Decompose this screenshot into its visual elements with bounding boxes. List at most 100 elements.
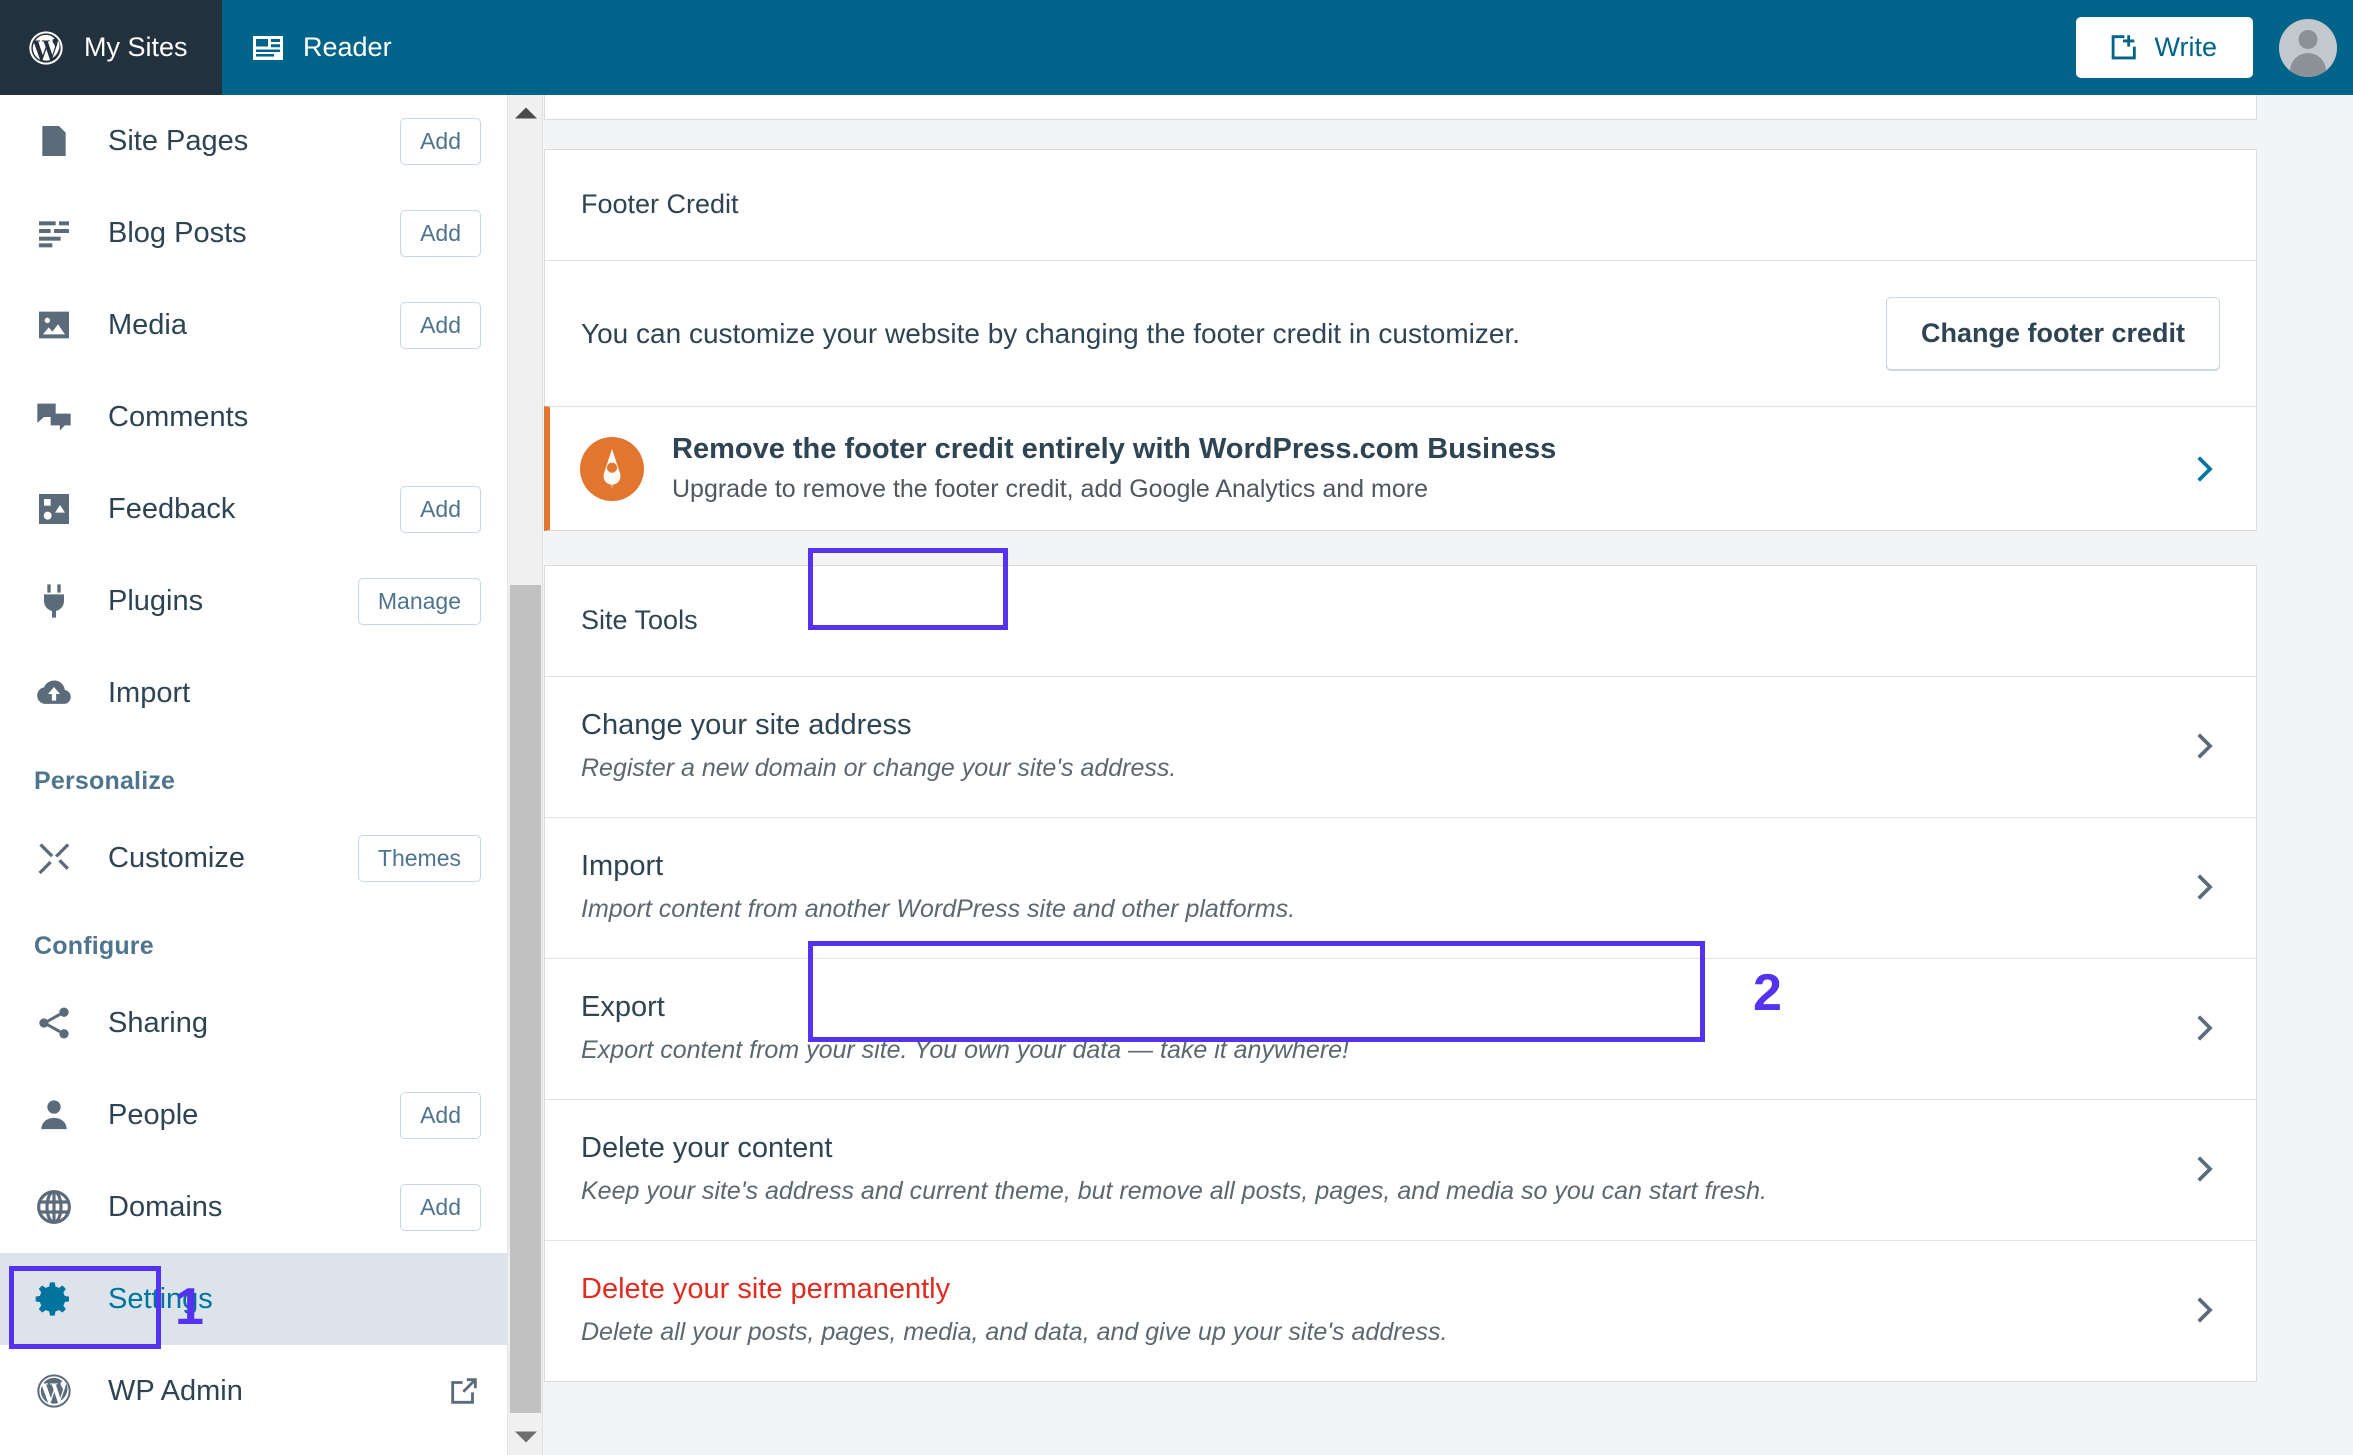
sidebar-item-plugins[interactable]: Plugins Manage xyxy=(0,555,507,647)
footer-credit-card: Footer Credit You can customize your web… xyxy=(544,149,2257,407)
sidebar-item-domains[interactable]: Domains Add xyxy=(0,1161,507,1253)
sidebar-item-label: Media xyxy=(108,308,187,341)
person-icon xyxy=(34,1095,80,1135)
sidebar-item-people[interactable]: People Add xyxy=(0,1069,507,1161)
chevron-right-icon[interactable] xyxy=(2186,729,2220,763)
wordpress-logo-icon xyxy=(29,30,63,65)
avatar[interactable] xyxy=(2279,18,2337,77)
add-feedback-button[interactable]: Add xyxy=(400,485,481,533)
sidebar-item-blog-posts[interactable]: Blog Posts Add xyxy=(0,187,507,279)
sidebar-item-label: Feedback xyxy=(108,492,236,525)
media-icon xyxy=(34,305,80,345)
themes-button[interactable]: Themes xyxy=(357,834,481,882)
row-text: Delete your site permanently Delete all … xyxy=(581,1273,1447,1347)
sidebar-item-label: Customize xyxy=(108,841,245,874)
my-sites-button[interactable]: My Sites xyxy=(0,0,222,95)
reader-button[interactable]: Reader xyxy=(222,0,426,95)
chevron-right-icon[interactable] xyxy=(2186,1152,2220,1186)
sidebar-item-wp-admin[interactable]: WP Admin xyxy=(0,1345,507,1437)
sidebar-item-sharing[interactable]: Sharing xyxy=(0,977,507,1069)
manage-plugins-button[interactable]: Manage xyxy=(357,577,481,625)
site-tool-row-import[interactable]: Import Import content from another WordP… xyxy=(545,818,2256,959)
site-tool-row-change-site-address[interactable]: Change your site address Register a new … xyxy=(545,677,2256,818)
write-label: Write xyxy=(2154,32,2217,62)
wordpress-icon xyxy=(34,1371,80,1411)
scrollbar-thumb[interactable] xyxy=(510,585,541,1413)
sidebar-item-label: WP Admin xyxy=(108,1374,243,1407)
site-tool-row-delete-content[interactable]: Delete your content Keep your site's add… xyxy=(545,1100,2256,1241)
footer-credit-description: You can customize your website by changi… xyxy=(581,317,1521,349)
sidebar-item-label: Sharing xyxy=(108,1006,208,1039)
scroll-down-arrow[interactable] xyxy=(508,1419,543,1455)
sidebar-item-feedback[interactable]: Feedback Add xyxy=(0,463,507,555)
write-button[interactable]: Write xyxy=(2076,17,2253,78)
chevron-right-icon[interactable] xyxy=(2186,1293,2220,1327)
upgrade-banner-text: Remove the footer credit entirely with W… xyxy=(672,433,2156,504)
row-text: Change your site address Register a new … xyxy=(581,709,1176,783)
sidebar-item-site-pages[interactable]: Site Pages Add xyxy=(0,95,507,187)
reader-icon xyxy=(253,35,283,60)
row-description: Keep your site's address and current the… xyxy=(581,1177,1767,1205)
add-media-button[interactable]: Add xyxy=(400,301,481,349)
sidebar-item-label: Blog Posts xyxy=(108,216,247,249)
upgrade-banner[interactable]: Remove the footer credit entirely with W… xyxy=(544,406,2257,531)
sidebar-group-personalize: Personalize xyxy=(34,767,176,795)
comments-icon xyxy=(34,397,80,437)
site-tools-heading: Site Tools xyxy=(545,566,2256,677)
sidebar-item-customize[interactable]: Customize Themes xyxy=(0,812,507,904)
row-description: Export content from your site. You own y… xyxy=(581,1036,1349,1064)
previous-card-peek xyxy=(544,95,2257,120)
scroll-up-arrow[interactable] xyxy=(508,95,543,131)
annotation-marker-1: 1 xyxy=(175,1278,204,1336)
site-tool-row-export[interactable]: Export Export content from your site. Yo… xyxy=(545,959,2256,1100)
add-domain-button[interactable]: Add xyxy=(400,1183,481,1231)
upgrade-banner-subtitle: Upgrade to remove the footer credit, add… xyxy=(672,475,1428,503)
sidebar-item-comments[interactable]: Comments xyxy=(0,371,507,463)
sidebar-scrollbar[interactable] xyxy=(508,95,543,1455)
sidebar-item-media[interactable]: Media Add xyxy=(0,279,507,371)
main-content: Footer Credit You can customize your web… xyxy=(544,95,2353,1455)
sidebar-item-import[interactable]: Import xyxy=(0,647,507,739)
sidebar-item-settings[interactable]: Settings xyxy=(0,1253,507,1345)
row-title: Delete your site permanently xyxy=(581,1273,951,1305)
add-blog-post-button[interactable]: Add xyxy=(400,209,481,257)
external-link-icon[interactable] xyxy=(447,1374,481,1408)
posts-icon xyxy=(34,213,80,253)
globe-icon xyxy=(34,1187,80,1227)
sidebar-item-label: Import xyxy=(108,676,191,709)
footer-credit-heading: Footer Credit xyxy=(545,150,2256,261)
row-description: Import content from another WordPress si… xyxy=(581,895,1296,923)
row-text: Delete your content Keep your site's add… xyxy=(581,1132,1767,1206)
cloud-upload-icon xyxy=(34,673,80,713)
sidebar-item-label: Settings xyxy=(108,1282,213,1315)
sidebar-item-label: Comments xyxy=(108,400,249,433)
row-description: Delete all your posts, pages, media, and… xyxy=(581,1318,1448,1346)
chevron-right-icon[interactable] xyxy=(2186,452,2220,486)
site-tools-card: Site Tools Change your site address Regi… xyxy=(544,565,2257,1382)
add-site-page-button[interactable]: Add xyxy=(400,117,481,165)
my-sites-label: My Sites xyxy=(84,32,188,62)
row-text: Export Export content from your site. Yo… xyxy=(581,991,1349,1065)
chevron-right-icon[interactable] xyxy=(2186,870,2220,904)
site-tool-row-delete-site[interactable]: Delete your site permanently Delete all … xyxy=(545,1241,2256,1381)
sidebar: Site Pages Add Blog Posts Add Media Add … xyxy=(0,95,508,1455)
row-text: Import Import content from another WordP… xyxy=(581,850,1295,924)
add-people-button[interactable]: Add xyxy=(400,1091,481,1139)
sidebar-item-label: Site Pages xyxy=(108,124,249,157)
customize-icon xyxy=(34,838,80,878)
share-icon xyxy=(34,1003,80,1043)
gear-icon xyxy=(34,1279,80,1319)
chevron-right-icon[interactable] xyxy=(2186,1011,2220,1045)
plugin-icon xyxy=(34,581,80,621)
sidebar-item-label: Domains xyxy=(108,1190,223,1223)
reader-label: Reader xyxy=(303,32,392,62)
wordpress-admin-screen: My Sites Reader Write Site Pages Add Blo… xyxy=(0,0,2353,1455)
change-footer-credit-button[interactable]: Change footer credit xyxy=(1885,297,2220,370)
row-description: Register a new domain or change your sit… xyxy=(581,754,1177,782)
feedback-icon xyxy=(34,489,80,529)
sidebar-group-configure: Configure xyxy=(34,932,154,960)
page-icon xyxy=(34,121,80,161)
row-title: Export xyxy=(581,991,665,1023)
new-post-icon xyxy=(2112,34,2137,59)
upgrade-nib-icon xyxy=(580,436,644,501)
